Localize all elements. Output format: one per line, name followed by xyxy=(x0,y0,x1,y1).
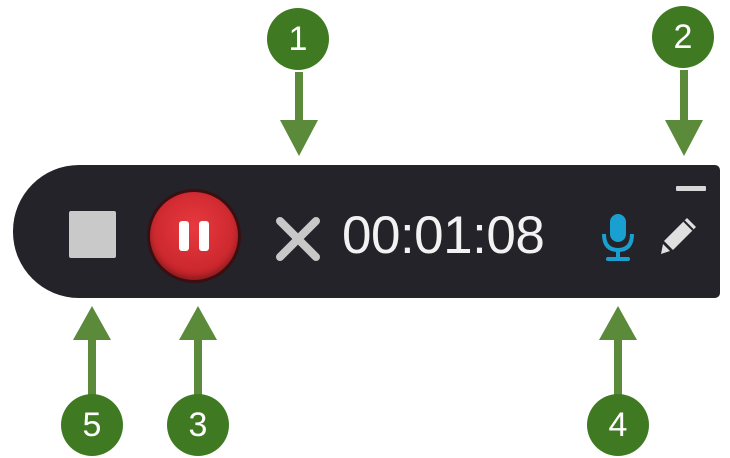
callout-2-arrow xyxy=(665,70,703,156)
callout-5: 5 xyxy=(61,394,123,456)
minimize-icon[interactable] xyxy=(676,186,706,191)
pencil-icon[interactable] xyxy=(660,214,700,260)
callout-1-arrow xyxy=(280,72,318,156)
cancel-recording-close-icon[interactable] xyxy=(272,213,324,265)
callout-5-arrow xyxy=(73,306,111,396)
callout-3: 3 xyxy=(167,394,229,456)
callout-4: 4 xyxy=(587,394,649,456)
callout-1: 1 xyxy=(267,8,329,70)
callout-3-arrow xyxy=(179,306,217,396)
recording-timer: 00:01:08 xyxy=(342,206,545,265)
pause-button[interactable] xyxy=(150,192,238,280)
microphone-icon[interactable] xyxy=(598,212,638,264)
callout-2: 2 xyxy=(652,6,714,68)
callout-4-arrow xyxy=(599,306,637,396)
stop-button[interactable] xyxy=(69,211,116,258)
